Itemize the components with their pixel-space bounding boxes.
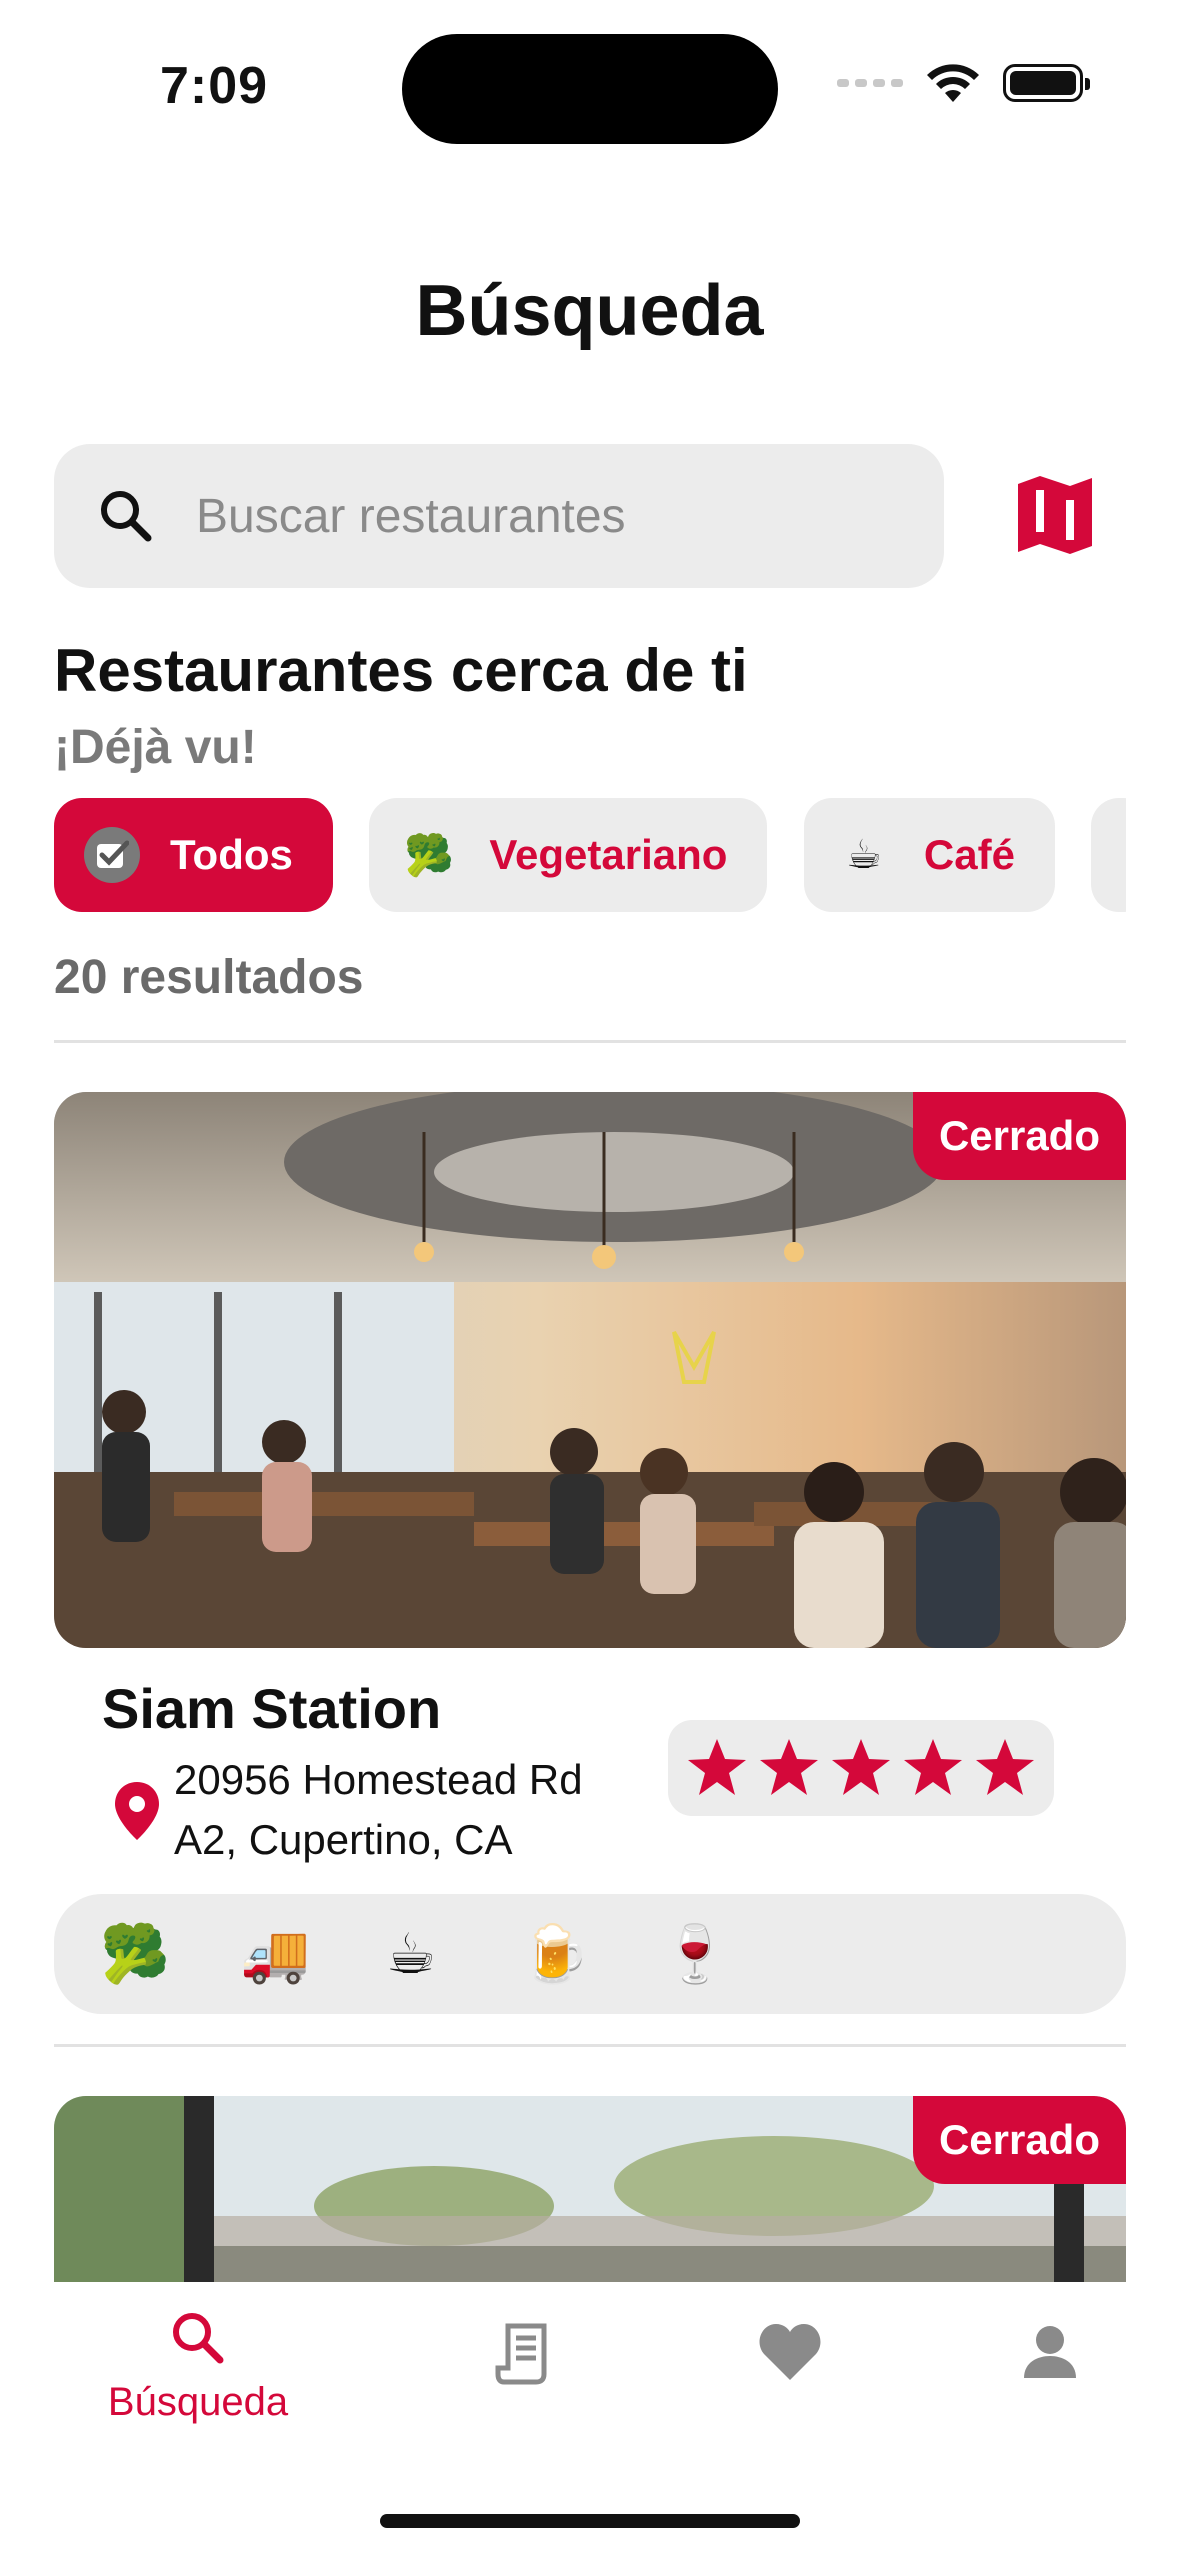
status-badge: Cerrado	[912, 1092, 1126, 1180]
star-icon	[832, 1739, 890, 1795]
tab-orders[interactable]	[406, 2322, 646, 2386]
star-icon	[904, 1739, 962, 1795]
filter-chip-cafe[interactable]: ☕ Café	[803, 798, 1055, 912]
map-icon[interactable]	[1010, 470, 1100, 560]
check-icon	[84, 827, 140, 883]
status-time: 7:09	[160, 57, 269, 115]
coffee-icon: ☕	[845, 833, 882, 877]
star-icon	[760, 1739, 818, 1795]
page-title: Búsqueda	[415, 271, 764, 351]
tab-favorites[interactable]	[670, 2322, 910, 2382]
search-icon	[101, 491, 152, 542]
restaurant-photo[interactable]: Cerrado	[54, 1092, 1126, 1648]
filter-chip-more[interactable]	[1091, 798, 1126, 912]
coffee-icon: ☕	[385, 1922, 437, 1985]
section-subtitle: ¡Déjà vu!	[54, 721, 257, 774]
cellular-signal-icon	[837, 79, 903, 87]
tab-profile[interactable]	[930, 2322, 1170, 2382]
section-title: Restaurantes cerca de ti	[54, 637, 748, 704]
battery-icon	[1003, 64, 1090, 102]
results-count: 20 resultados	[54, 951, 364, 1004]
broccoli-icon: 🥦	[100, 1922, 170, 1985]
profile-icon	[1024, 2326, 1076, 2378]
rating-stars	[668, 1720, 1054, 1816]
wifi-icon	[927, 64, 979, 102]
broccoli-icon: 🥦	[404, 833, 455, 878]
filter-chip-label: Todos	[170, 831, 293, 878]
search-icon	[173, 2313, 224, 2364]
receipt-icon	[495, 2323, 547, 2385]
restaurant-address: 20956 Homestead Rd A2, Cupertino, CA	[174, 1756, 583, 1863]
star-icon	[688, 1739, 746, 1795]
divider	[54, 1040, 1126, 1043]
dynamic-island	[402, 34, 778, 144]
delivery-truck-icon: 🚚	[240, 1922, 310, 1985]
star-icon	[976, 1739, 1034, 1795]
beer-icon: 🍺	[520, 1922, 590, 1985]
divider	[54, 2044, 1126, 2047]
search-bar[interactable]	[54, 444, 944, 588]
filter-chip-todos[interactable]: Todos	[54, 798, 333, 912]
search-input[interactable]	[196, 488, 896, 544]
heart-icon	[759, 2324, 821, 2380]
restaurant-photo[interactable]: Cerrado	[54, 2096, 1126, 2296]
tab-label: Búsqueda	[107, 2380, 289, 2424]
tab-busqueda[interactable]: Búsqueda	[78, 2306, 318, 2425]
status-bar: 7:09	[0, 0, 1179, 170]
filter-chip-vegetariano[interactable]: 🥦 Vegetariano	[369, 798, 768, 912]
restaurant-name[interactable]: Siam Station	[102, 1676, 441, 1741]
filter-chip-label: Vegetariano	[489, 831, 728, 878]
home-indicator	[380, 2514, 800, 2528]
wine-icon: 🍷	[660, 1922, 730, 1985]
filter-chip-label: Café	[923, 831, 1015, 878]
status-badge: Cerrado	[912, 2096, 1126, 2184]
filter-chips: Todos 🥦 Vegetariano ☕ Café	[54, 798, 1126, 912]
status-indicators	[837, 62, 1090, 104]
amenities-row: 🥦 🚚 ☕ 🍺 🍷	[54, 1894, 1126, 2014]
location-pin-icon	[115, 1782, 159, 1840]
